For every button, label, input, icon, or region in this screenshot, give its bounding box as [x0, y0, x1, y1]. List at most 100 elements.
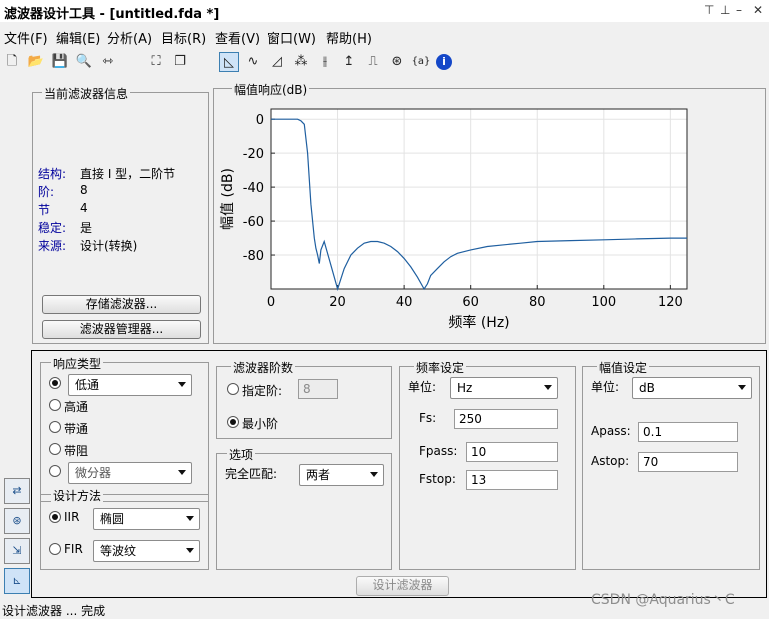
design-filter-button[interactable]: 设计滤波器 [356, 576, 449, 596]
freq-unit-value: Hz [457, 381, 473, 395]
fpass-input[interactable]: 10 [466, 442, 558, 462]
info-source-value: 设计(转换) [80, 239, 138, 253]
chevron-down-icon [178, 382, 186, 387]
mag-unit-select[interactable]: dB [632, 377, 752, 399]
design-filter-icon[interactable]: ⊾ [4, 568, 30, 594]
info-stable-value: 是 [80, 221, 93, 235]
full-view-icon[interactable]: ⛶ [146, 52, 166, 72]
pole-zero-editor-icon[interactable]: ⊛ [4, 508, 30, 534]
magnitude-plot-panel: 幅值响应(dB) 0 20 40 60 80 100 120 0 -20 -40 -60 -80 幅值 … [213, 81, 766, 344]
transform-icon[interactable]: ⇄ [4, 478, 30, 504]
frequency-specs-title: 频率设定 [414, 359, 467, 376]
phase-delay-icon[interactable]: ⫲ [315, 52, 335, 72]
exact-match-select[interactable]: 两者 [299, 464, 384, 486]
differentiator-radio[interactable] [49, 465, 61, 477]
open-icon[interactable]: 📂 [26, 52, 46, 72]
menu-view[interactable]: 查看(V) [215, 28, 260, 47]
options-panel: 选项 完全匹配: 两者 [216, 446, 392, 570]
lowpass-select[interactable]: 低通 [68, 374, 192, 396]
fir-method-value: 等波纹 [100, 544, 137, 558]
magnitude-specs-title: 幅值设定 [597, 359, 650, 376]
fs-input[interactable]: 250 [454, 409, 558, 429]
new-icon[interactable]: 🗋 [2, 52, 22, 72]
zoom-in-icon[interactable]: 🔍 [74, 52, 94, 72]
magnitude-response-chart[interactable]: 0 20 40 60 80 100 120 0 -20 -40 -60 -80 幅值 (dB) 频率 (H… [214, 89, 765, 343]
apass-input[interactable]: 0.1 [638, 422, 738, 442]
impulse-response-icon[interactable]: ↥ [339, 52, 359, 72]
coefficients-icon[interactable]: {a} [411, 52, 431, 72]
fs-label: Fs: [419, 411, 437, 425]
bandstop-label: 带阻 [64, 444, 89, 458]
options-title: 选项 [227, 446, 256, 463]
info-order-key: 阶: [38, 185, 55, 199]
phase-response-icon[interactable]: ∿ [243, 52, 263, 72]
x-tick-label: 60 [462, 295, 479, 310]
magnitude-phase-icon[interactable]: ◿ [267, 52, 287, 72]
fpass-label: Fpass: [419, 444, 458, 458]
store-filter-button[interactable]: 存储滤波器... [42, 295, 201, 314]
info-order-value: 8 [80, 183, 88, 197]
bandpass-label: 带通 [64, 422, 89, 436]
specify-order-radio[interactable] [227, 383, 239, 395]
differentiator-select[interactable]: 微分器 [68, 462, 192, 484]
chevron-down-icon [544, 385, 552, 390]
info-structure-value: 直接 I 型，二阶节 [80, 167, 176, 181]
exact-match-value: 两者 [306, 468, 331, 482]
response-type-title: 响应类型 [51, 355, 104, 372]
menu-window[interactable]: 窗口(W) [267, 28, 316, 47]
apass-label: Apass: [591, 424, 631, 438]
bandpass-radio[interactable] [49, 421, 61, 433]
fir-method-select[interactable]: 等波纹 [93, 540, 200, 562]
minimum-order-radio[interactable] [227, 416, 239, 428]
astop-input[interactable]: 70 [638, 452, 738, 472]
mag-unit-value: dB [639, 381, 655, 395]
zoom-x-icon[interactable]: ⇿ [98, 52, 118, 72]
x-axis-label: 频率 (Hz) [448, 314, 509, 331]
y-tick-label: -40 [243, 181, 264, 196]
unpin-icon[interactable]: ⊥ [720, 3, 730, 17]
specs-icon[interactable]: ❐ [170, 52, 190, 72]
toolbar: 🗋 📂 💾 🔍 ⇿ ⛶ ❐ ◺ ∿ ◿ ⁂ ⫲ ↥ ⎍ ⊛ {a} i [0, 50, 769, 76]
menu-analysis[interactable]: 分析(A) [107, 28, 152, 47]
magnitude-response-icon[interactable]: ◺ [219, 52, 239, 72]
info-icon[interactable]: i [436, 54, 452, 70]
close-button[interactable]: ✕ [753, 3, 763, 17]
title-bar: 滤波器设计工具 - [untitled.fda *] ⊤ ⊥ – ✕ [0, 0, 769, 22]
filter-manager-button[interactable]: 滤波器管理器... [42, 320, 201, 339]
pole-zero-icon[interactable]: ⊛ [387, 52, 407, 72]
fir-label: FIR [64, 542, 83, 556]
info-structure-key: 结构: [38, 167, 67, 181]
minimize-button[interactable]: – [736, 3, 742, 17]
filter-order-title: 滤波器阶数 [231, 359, 296, 376]
lowpass-radio[interactable] [49, 377, 61, 389]
group-delay-icon[interactable]: ⁂ [291, 52, 311, 72]
save-icon[interactable]: 💾 [50, 52, 70, 72]
magnitude-specs-panel: 幅值设定 单位: dB Apass: 0.1 Astop: 70 [582, 359, 760, 570]
lowpass-select-value: 低通 [75, 378, 100, 392]
fstop-input[interactable]: 13 [466, 470, 558, 490]
fir-radio[interactable] [49, 543, 61, 555]
y-tick-label: 0 [256, 113, 264, 128]
bandstop-radio[interactable] [49, 443, 61, 455]
x-tick-label: 80 [529, 295, 546, 310]
iir-method-select[interactable]: 椭圆 [93, 508, 200, 530]
plot-background [271, 109, 687, 289]
info-source-key: 来源: [38, 239, 67, 253]
highpass-radio[interactable] [49, 399, 61, 411]
step-response-icon[interactable]: ⎍ [363, 52, 383, 72]
info-stable-key: 稳定: [38, 221, 67, 235]
chevron-down-icon [186, 548, 194, 553]
specify-order-label: 指定阶: [242, 384, 283, 398]
menu-edit[interactable]: 编辑(E) [56, 28, 100, 47]
menu-help[interactable]: 帮助(H) [326, 28, 372, 47]
menu-targets[interactable]: 目标(R) [161, 28, 206, 47]
filter-order-panel: 滤波器阶数 指定阶: 8 最小阶 [216, 359, 392, 439]
import-icon[interactable]: ⇲ [4, 538, 30, 564]
menu-file[interactable]: 文件(F) [4, 28, 48, 47]
freq-unit-select[interactable]: Hz [450, 377, 558, 399]
pin-icon[interactable]: ⊤ [704, 3, 714, 17]
iir-radio[interactable] [49, 511, 61, 523]
specify-order-input[interactable]: 8 [298, 379, 338, 399]
fstop-label: Fstop: [419, 472, 456, 486]
x-tick-label: 20 [329, 295, 346, 310]
